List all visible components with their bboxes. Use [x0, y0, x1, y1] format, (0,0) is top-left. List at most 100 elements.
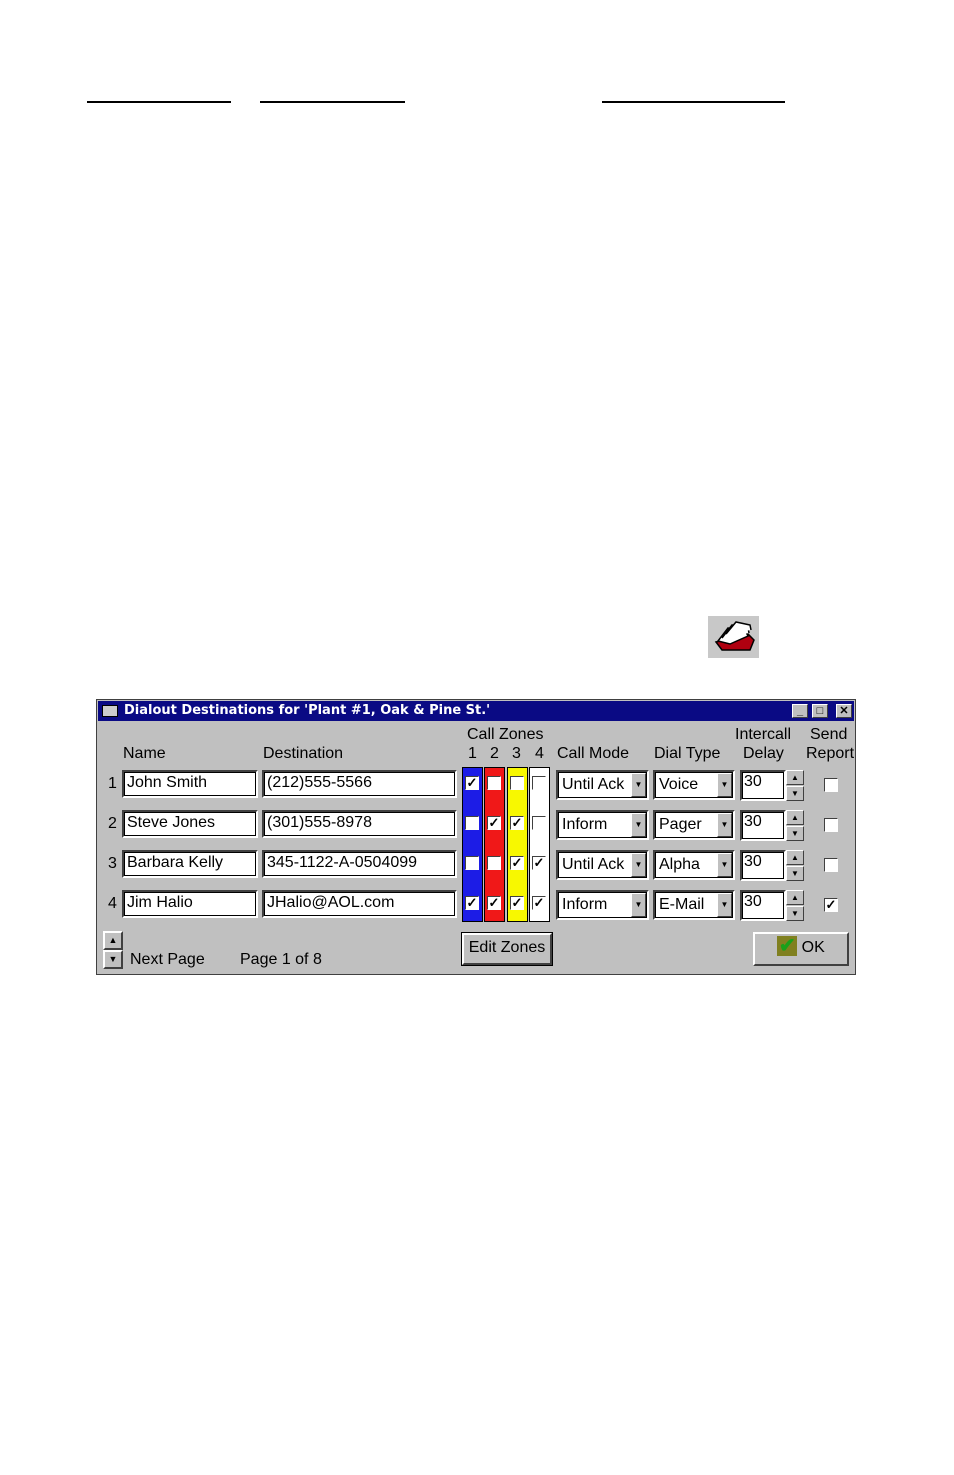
header-call-mode: Call Mode	[557, 745, 630, 762]
checkmark-icon: ✔	[777, 934, 798, 957]
destination-field[interactable]: (212)555-5566	[262, 770, 457, 798]
zone-3-checkbox[interactable]: ✓	[510, 856, 524, 870]
spin-down-icon[interactable]: ▼	[786, 906, 804, 921]
zone-4-checkbox[interactable]	[532, 816, 546, 830]
delay-value[interactable]: 30	[740, 810, 786, 841]
dropdown-arrow-icon[interactable]: ▼	[717, 853, 732, 877]
zone-4-checkbox[interactable]: ✓	[532, 856, 546, 870]
next-page-label: Next Page	[130, 951, 205, 968]
header-zone-3: 3	[512, 745, 521, 762]
delay-value[interactable]: 30	[740, 850, 786, 881]
dial-type-select[interactable]: Pager ▼	[653, 810, 735, 840]
intercall-delay-spinner[interactable]: 30 ▲ ▼	[740, 850, 804, 881]
call-mode-value: Inform	[562, 816, 608, 833]
zone-4-checkbox[interactable]: ✓	[532, 896, 546, 910]
ok-button[interactable]: ✔ OK	[753, 932, 849, 966]
row-number: 3	[108, 855, 117, 872]
call-mode-select[interactable]: Inform ▼	[556, 810, 649, 840]
card-file-icon	[708, 616, 759, 658]
dial-type-value: Alpha	[659, 856, 700, 873]
dial-type-select[interactable]: Alpha ▼	[653, 850, 735, 880]
window-title: Dialout Destinations for 'Plant #1, Oak …	[124, 703, 491, 718]
header-dial-type: Dial Type	[654, 745, 721, 762]
page-up-button[interactable]: ▲	[103, 931, 123, 950]
spin-down-icon[interactable]: ▼	[786, 826, 804, 841]
send-report-checkbox[interactable]: ✓	[824, 898, 838, 912]
header-zone-2: 2	[490, 745, 499, 762]
name-field[interactable]: Barbara Kelly	[122, 850, 258, 878]
name-field[interactable]: Jim Halio	[122, 890, 258, 918]
zone-2-checkbox[interactable]: ✓	[487, 896, 501, 910]
minimize-button[interactable]: _	[792, 704, 808, 718]
spin-down-icon[interactable]: ▼	[786, 866, 804, 881]
zone-1-checkbox[interactable]	[465, 856, 479, 870]
row-number: 1	[108, 775, 117, 792]
delay-value[interactable]: 30	[740, 890, 786, 921]
delay-value[interactable]: 30	[740, 770, 786, 801]
destination-field[interactable]: JHalio@AOL.com	[262, 890, 457, 918]
destination-field[interactable]: 345-1122-A-0504099	[262, 850, 457, 878]
name-field[interactable]: Steve Jones	[122, 810, 258, 838]
header-call-zones: Call Zones	[467, 726, 544, 743]
blank-line-3	[602, 101, 785, 103]
blank-line-2	[260, 101, 405, 103]
spin-down-icon[interactable]: ▼	[786, 786, 804, 801]
zone-1-checkbox[interactable]	[465, 816, 479, 830]
close-button[interactable]: ✕	[836, 704, 852, 718]
dial-type-value: E-Mail	[659, 896, 705, 913]
dial-type-select[interactable]: E-Mail ▼	[653, 890, 735, 920]
name-field[interactable]: John Smith	[122, 770, 258, 798]
intercall-delay-spinner[interactable]: 30 ▲ ▼	[740, 770, 804, 801]
zone-2-checkbox[interactable]: ✓	[487, 816, 501, 830]
dropdown-arrow-icon[interactable]: ▼	[631, 813, 646, 837]
dropdown-arrow-icon[interactable]: ▼	[631, 773, 646, 797]
dropdown-arrow-icon[interactable]: ▼	[631, 853, 646, 877]
header-report: Report	[806, 745, 855, 762]
dial-type-select[interactable]: Voice ▼	[653, 770, 735, 800]
zone-1-checkbox[interactable]: ✓	[465, 776, 479, 790]
send-report-checkbox[interactable]	[824, 818, 838, 832]
row-number: 2	[108, 815, 117, 832]
header-zone-4: 4	[535, 745, 544, 762]
zone-3-checkbox[interactable]: ✓	[510, 896, 524, 910]
header-send: Send	[810, 726, 848, 743]
blank-line-1	[87, 101, 231, 103]
dial-type-value: Pager	[659, 816, 702, 833]
dropdown-arrow-icon[interactable]: ▼	[717, 893, 732, 917]
spin-up-icon[interactable]: ▲	[786, 890, 804, 905]
send-report-checkbox[interactable]	[824, 778, 838, 792]
destination-field[interactable]: (301)555-8978	[262, 810, 457, 838]
header-delay: Delay	[743, 745, 784, 762]
zone-1-checkbox[interactable]: ✓	[465, 896, 479, 910]
spin-up-icon[interactable]: ▲	[786, 850, 804, 865]
zone-2-checkbox[interactable]	[487, 776, 501, 790]
spin-up-icon[interactable]: ▲	[786, 810, 804, 825]
title-bar[interactable]: Dialout Destinations for 'Plant #1, Oak …	[98, 701, 854, 721]
dropdown-arrow-icon[interactable]: ▼	[631, 893, 646, 917]
page-down-button[interactable]: ▼	[103, 950, 123, 969]
call-mode-select[interactable]: Until Ack ▼	[556, 850, 649, 880]
send-report-checkbox[interactable]	[824, 858, 838, 872]
system-menu-icon[interactable]	[102, 705, 118, 717]
dropdown-arrow-icon[interactable]: ▼	[717, 813, 732, 837]
call-mode-select[interactable]: Inform ▼	[556, 890, 649, 920]
dropdown-arrow-icon[interactable]: ▼	[717, 773, 732, 797]
page-indicator: Page 1 of 8	[240, 951, 322, 968]
call-mode-value: Until Ack	[562, 856, 625, 873]
dial-type-value: Voice	[659, 776, 699, 793]
header-destination: Destination	[263, 745, 344, 762]
edit-zones-button[interactable]: Edit Zones	[461, 932, 553, 966]
row-number: 4	[108, 895, 117, 912]
zone-3-checkbox[interactable]	[510, 776, 524, 790]
intercall-delay-spinner[interactable]: 30 ▲ ▼	[740, 810, 804, 841]
zone-4-checkbox[interactable]	[532, 776, 546, 790]
zone-3-checkbox[interactable]: ✓	[510, 816, 524, 830]
zone-2-checkbox[interactable]	[487, 856, 501, 870]
intercall-delay-spinner[interactable]: 30 ▲ ▼	[740, 890, 804, 921]
header-zone-1: 1	[468, 745, 477, 762]
maximize-button[interactable]: □	[812, 704, 828, 718]
header-intercall: Intercall	[735, 726, 792, 743]
call-mode-select[interactable]: Until Ack ▼	[556, 770, 649, 800]
header-name: Name	[123, 745, 166, 762]
spin-up-icon[interactable]: ▲	[786, 770, 804, 785]
